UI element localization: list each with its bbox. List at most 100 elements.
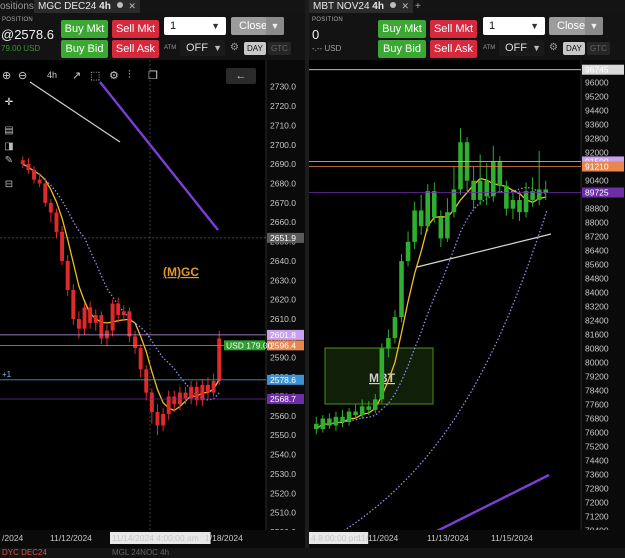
- candle-body: [327, 418, 332, 426]
- close-position-button[interactable]: Close ▼: [231, 17, 284, 35]
- candle-body: [445, 212, 450, 239]
- time-axis[interactable]: /2024 11/12/2024 11/14/2024 4:00:00 am 1/18…: [0, 530, 305, 548]
- pencil-icon[interactable]: ✎: [2, 154, 16, 168]
- sell-ask-button[interactable]: Sell Ask: [430, 40, 477, 58]
- gear-icon[interactable]: ⚙: [549, 42, 558, 53]
- new-tab-button[interactable]: +: [411, 0, 425, 13]
- price-axis[interactable]: 2730.0 2720.0 2710.0 2700.0 2690.0 2680.0 2670…: [265, 60, 305, 548]
- price-chart[interactable]: 2730.0 2720.0 2710.0 2700.0 2690.0 2680.0 2670…: [0, 60, 305, 548]
- atm-label: ATM: [164, 45, 177, 51]
- buy-mkt-button[interactable]: Buy Mkt: [378, 20, 426, 38]
- sliders-icon[interactable]: ⫶: [128, 69, 131, 82]
- price-tick-label: 95200: [585, 92, 609, 102]
- candle-body: [425, 191, 431, 227]
- chevron-down-icon[interactable]: ▼: [266, 17, 284, 35]
- sell-ask-button[interactable]: Sell Ask: [112, 40, 159, 58]
- candle-body: [313, 423, 319, 430]
- chevron-down-icon: ▼: [213, 43, 222, 53]
- pnl-tag-label: USD 179.00: [226, 340, 273, 350]
- price-tick-label: 72000: [585, 498, 609, 508]
- tif-day-button[interactable]: DAY: [244, 42, 266, 55]
- price-tick-label: 2670.0: [270, 198, 296, 208]
- price-tick-label: 2730.0: [270, 82, 296, 92]
- time-axis[interactable]: 4 8:00:00 pm11/11/2024 11/13/2024 11/15/20…: [309, 530, 625, 548]
- bottom-tab-right[interactable]: MGL 24NOC 4h: [112, 548, 169, 558]
- candle-body: [144, 369, 149, 393]
- candle-body: [116, 303, 121, 316]
- bottom-tab-left[interactable]: DYC DEC24: [2, 548, 47, 558]
- price-tick-label: 2540.0: [270, 450, 296, 460]
- price-tag-label: 2651.9: [270, 233, 296, 243]
- tif-gtc-button[interactable]: GTC: [268, 42, 291, 55]
- price-tick-label: 82400: [585, 316, 609, 326]
- bottom-tab-strip: DYC DEC24 MGL 24NOC 4h: [0, 548, 625, 558]
- close-position-button[interactable]: Close ▼: [549, 17, 603, 35]
- tif-day-button[interactable]: DAY: [563, 42, 585, 55]
- sell-mkt-button[interactable]: Sell Mkt: [430, 20, 477, 38]
- candle-body: [392, 317, 398, 339]
- chart-background: [0, 60, 305, 548]
- price-axis[interactable]: 9674596000952009440093600928009200091200…: [580, 60, 625, 548]
- time-tick-label: 1/18/2024: [205, 533, 243, 543]
- arrow-left-icon[interactable]: ←: [226, 68, 256, 84]
- price-tick-label: 96000: [585, 78, 609, 88]
- candle-body: [161, 413, 166, 426]
- candle-body: [200, 384, 205, 401]
- eraser-icon[interactable]: ◨: [2, 140, 16, 154]
- lock-icon[interactable]: ⊟: [2, 178, 16, 192]
- quantity-selector[interactable]: 1 ▼: [164, 17, 226, 35]
- candle-body: [88, 307, 93, 323]
- buy-bid-button[interactable]: Buy Bid: [378, 40, 426, 58]
- candle-body: [471, 180, 476, 200]
- drawing-tools-icon[interactable]: ↗: [72, 69, 81, 82]
- candle-body: [26, 164, 31, 170]
- tab-mgc-dec24[interactable]: ositions MGC DEC24 4h ✕: [34, 0, 140, 13]
- candle-body: [43, 183, 48, 203]
- price-tick-label: 80000: [585, 358, 609, 368]
- price-tick-label: 2700.0: [270, 140, 296, 150]
- candle-body: [346, 411, 352, 423]
- price-tick-label: 2510.0: [270, 508, 296, 518]
- list-icon[interactable]: ▤: [2, 124, 16, 138]
- position-pnl: 79.00 USD: [1, 44, 41, 53]
- price-tick-label: 75200: [585, 442, 609, 452]
- tab-positions[interactable]: ositions: [0, 0, 38, 13]
- tab-status-dot-icon: [389, 2, 396, 8]
- time-tick-label: 4 8:00:00 pm: [311, 533, 361, 543]
- candle-body: [333, 416, 339, 426]
- price-tag-label: 2568.7: [270, 394, 296, 404]
- candle-body: [523, 191, 529, 213]
- candle-body: [458, 142, 463, 190]
- gear-icon[interactable]: ⚙: [109, 69, 119, 82]
- chevron-down-icon[interactable]: ▼: [585, 17, 603, 35]
- order-entry-bar: POSITION 0 -.-- USD Buy Mkt Sell Mkt Buy…: [309, 13, 625, 60]
- interval-selector[interactable]: 4h: [47, 70, 57, 80]
- buy-bid-button[interactable]: Buy Bid: [61, 40, 108, 58]
- crosshair-icon[interactable]: ✛: [2, 96, 16, 110]
- close-icon[interactable]: ✕: [128, 1, 136, 11]
- sell-mkt-button[interactable]: Sell Mkt: [112, 20, 159, 38]
- price-tick-label: 76000: [585, 428, 609, 438]
- atm-selector[interactable]: OFF ▼: [499, 40, 544, 56]
- buy-mkt-button[interactable]: Buy Mkt: [61, 20, 108, 38]
- candle-body: [484, 180, 490, 197]
- selection-icon[interactable]: ⬚: [90, 69, 100, 82]
- atm-selector[interactable]: OFF ▼: [180, 40, 225, 56]
- candle-body: [149, 392, 154, 412]
- candle-body: [217, 338, 222, 381]
- zoom-out-icon[interactable]: ⊖: [18, 69, 27, 82]
- gear-icon[interactable]: ⚙: [230, 42, 239, 53]
- candle-body: [477, 180, 483, 200]
- candle-body: [133, 336, 137, 349]
- close-icon[interactable]: ✕: [402, 1, 410, 11]
- price-chart[interactable]: MBT 967459600095200944009360092800920009…: [309, 60, 625, 548]
- time-tick-label: 11/13/2024: [427, 533, 469, 543]
- price-tick-label: 2610.0: [270, 314, 296, 324]
- price-tick-label: 88800: [585, 204, 609, 214]
- tif-gtc-button[interactable]: GTC: [587, 42, 610, 55]
- zoom-in-icon[interactable]: ⊕: [2, 69, 11, 82]
- copy-icon[interactable]: ❐: [148, 69, 158, 82]
- candle-body: [431, 191, 437, 218]
- quantity-selector[interactable]: 1 ▼: [483, 17, 545, 35]
- tab-mbt-nov24[interactable]: MBT NOV24 4h ✕: [309, 0, 414, 13]
